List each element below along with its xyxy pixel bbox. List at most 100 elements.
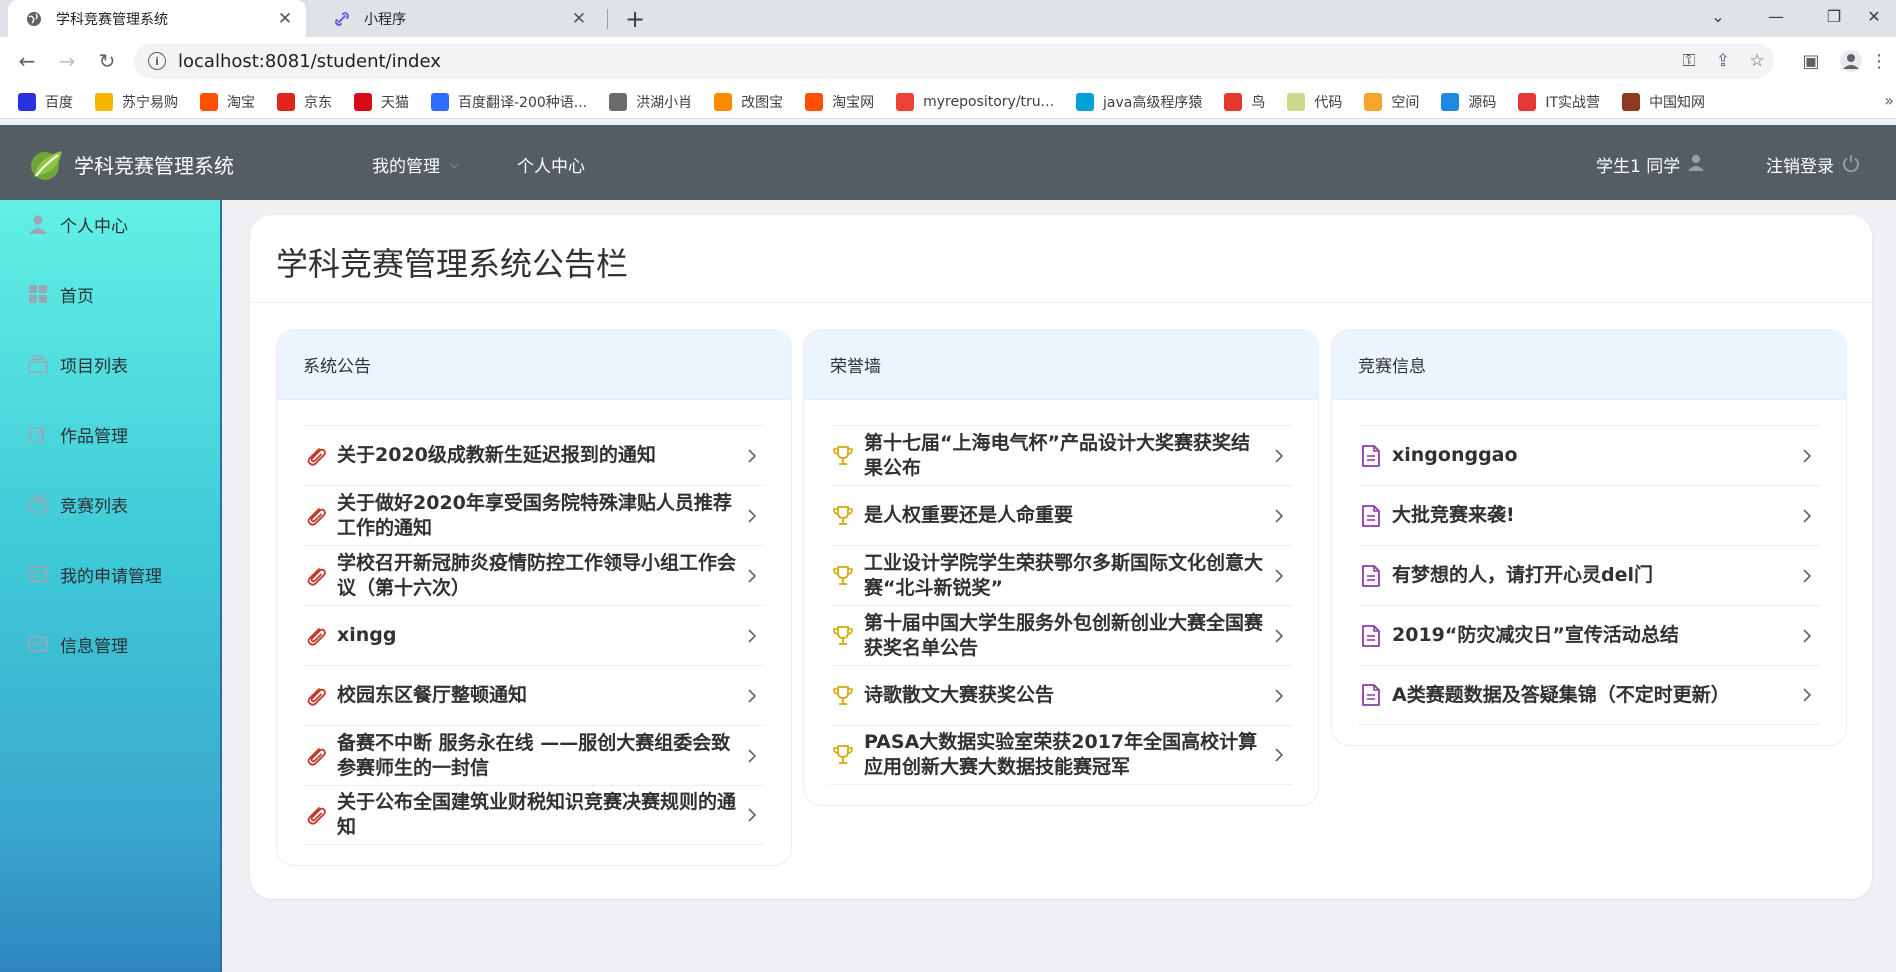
bookmark-item[interactable]: 鸟: [1224, 92, 1265, 112]
back-icon[interactable]: ←: [12, 46, 42, 76]
chevron-right-icon[interactable]: [739, 508, 765, 524]
chevron-right-icon[interactable]: [739, 628, 765, 644]
current-user[interactable]: 学生1 同学: [1596, 152, 1705, 177]
bookmark-item[interactable]: java高级程序猿: [1076, 92, 1202, 112]
chevron-right-icon[interactable]: [1266, 628, 1292, 644]
info-icon[interactable]: i: [148, 52, 166, 70]
forward-icon[interactable]: →: [52, 46, 82, 76]
chevron-right-icon[interactable]: [739, 688, 765, 704]
list-item[interactable]: 诗歌散文大赛获奖公告: [830, 665, 1292, 725]
chevron-right-icon[interactable]: [1794, 628, 1820, 644]
list-item[interactable]: 第十七届“上海电气杯”产品设计大奖赛获奖结果公布: [830, 425, 1292, 485]
chevron-right-icon[interactable]: [739, 807, 765, 823]
bookmark-item[interactable]: 洪湖小肖: [609, 92, 692, 112]
chevron-right-icon[interactable]: [739, 568, 765, 584]
share-icon[interactable]: ⇪: [1706, 46, 1740, 76]
bookmark-item[interactable]: 代码: [1287, 92, 1342, 112]
list-item-title[interactable]: 备赛不中断 服务永在线 ——服创大赛组委会致参赛师生的一封信: [337, 731, 739, 781]
list-item-title[interactable]: 学校召开新冠肺炎疫情防控工作领导小组工作会议（第十六次）: [337, 551, 739, 601]
list-item[interactable]: 关于2020级成教新生延迟报到的通知: [303, 425, 765, 485]
list-item-title[interactable]: 是人权重要还是人命重要: [864, 503, 1266, 528]
list-item-title[interactable]: 校园东区餐厅整顿通知: [337, 683, 739, 708]
profile-icon[interactable]: [1834, 46, 1868, 76]
list-item-title[interactable]: 有梦想的人，请打开心灵del门: [1392, 563, 1794, 588]
list-item[interactable]: xingonggao: [1358, 425, 1820, 485]
bookmark-item[interactable]: 源码: [1441, 92, 1496, 112]
bookmark-item[interactable]: 淘宝网: [805, 92, 874, 112]
bookmark-item[interactable]: 天猫: [354, 92, 409, 112]
tab-competition-system[interactable]: 学科竞赛管理系统 ✕: [8, 0, 306, 37]
list-item[interactable]: 第十届中国大学生服务外包创新创业大赛全国赛获奖名单公告: [830, 605, 1292, 665]
chevron-right-icon[interactable]: [739, 748, 765, 764]
sidebar-item[interactable]: 竞赛列表: [0, 479, 220, 529]
minimize-icon[interactable]: —: [1748, 0, 1804, 32]
close-tab-icon[interactable]: ✕: [566, 6, 592, 32]
list-item-title[interactable]: 大批竞赛来袭!: [1392, 503, 1794, 528]
close-tab-icon[interactable]: ✕: [272, 6, 298, 32]
chevron-right-icon[interactable]: [1266, 568, 1292, 584]
list-item[interactable]: 备赛不中断 服务永在线 ——服创大赛组委会致参赛师生的一封信: [303, 725, 765, 785]
list-item[interactable]: PASA大数据实验室荣获2017年全国高校计算应用创新大赛大数据技能赛冠军: [830, 725, 1292, 785]
list-item-title[interactable]: 2019“防灾减灾日”宣传活动总结: [1392, 623, 1794, 648]
bookmark-item[interactable]: 京东: [277, 92, 332, 112]
bookmark-item[interactable]: 改图宝: [714, 92, 783, 112]
list-item-title[interactable]: 第十七届“上海电气杯”产品设计大奖赛获奖结果公布: [864, 431, 1266, 481]
bookmark-item[interactable]: 淘宝: [200, 92, 255, 112]
list-item-title[interactable]: 第十届中国大学生服务外包创新创业大赛全国赛获奖名单公告: [864, 611, 1266, 661]
list-item[interactable]: 关于公布全国建筑业财税知识竞赛决赛规则的通知: [303, 785, 765, 845]
list-item[interactable]: 有梦想的人，请打开心灵del门: [1358, 545, 1820, 605]
list-item-title[interactable]: 关于做好2020年享受国务院特殊津贴人员推荐工作的通知: [337, 491, 739, 541]
sidebar-item[interactable]: 首页: [0, 269, 220, 319]
chevron-right-icon[interactable]: [739, 448, 765, 464]
list-item[interactable]: 校园东区餐厅整顿通知: [303, 665, 765, 725]
list-item-title[interactable]: xingonggao: [1392, 443, 1794, 468]
bookmark-item[interactable]: IT实战营: [1518, 92, 1600, 112]
chevron-right-icon[interactable]: [1266, 508, 1292, 524]
close-window-icon[interactable]: ✕: [1852, 0, 1896, 32]
app-logo[interactable]: 学科竞赛管理系统: [28, 145, 234, 183]
list-item-title[interactable]: 工业设计学院学生荣获鄂尔多斯国际文化创意大赛“北斗新锐奖”: [864, 551, 1266, 601]
list-item-title[interactable]: 关于2020级成教新生延迟报到的通知: [337, 443, 739, 468]
chevron-right-icon[interactable]: [1794, 448, 1820, 464]
list-item[interactable]: 学校召开新冠肺炎疫情防控工作领导小组工作会议（第十六次）: [303, 545, 765, 605]
more-bookmarks-icon[interactable]: »: [1884, 91, 1894, 110]
chevron-right-icon[interactable]: [1266, 747, 1292, 763]
chevron-right-icon[interactable]: [1266, 448, 1292, 464]
tab-search-icon[interactable]: ⌄: [1690, 0, 1746, 32]
list-item[interactable]: 是人权重要还是人命重要: [830, 485, 1292, 545]
list-item-title[interactable]: 关于公布全国建筑业财税知识竞赛决赛规则的通知: [337, 790, 739, 840]
logout-button[interactable]: 注销登录: [1766, 152, 1860, 177]
url-text[interactable]: localhost:8081/student/index: [178, 51, 1672, 72]
menu-icon[interactable]: ⋮: [1866, 46, 1892, 76]
sidebar-item[interactable]: 个人中心: [0, 199, 220, 249]
list-item-title[interactable]: PASA大数据实验室荣获2017年全国高校计算应用创新大赛大数据技能赛冠军: [864, 730, 1266, 780]
sidebar-item[interactable]: 作品管理: [0, 409, 220, 459]
list-item[interactable]: 工业设计学院学生荣获鄂尔多斯国际文化创意大赛“北斗新锐奖”: [830, 545, 1292, 605]
sidebar-item[interactable]: 信息管理: [0, 619, 220, 669]
chevron-right-icon[interactable]: [1794, 508, 1820, 524]
reload-icon[interactable]: ↻: [92, 46, 122, 76]
bookmark-item[interactable]: 苏宁易购: [95, 92, 178, 112]
list-item[interactable]: 关于做好2020年享受国务院特殊津贴人员推荐工作的通知: [303, 485, 765, 545]
sidebar-item[interactable]: 我的申请管理: [0, 549, 220, 599]
new-tab-icon[interactable]: +: [620, 5, 650, 33]
side-panel-icon[interactable]: ▣: [1794, 46, 1828, 76]
tab-mini-program[interactable]: 小程序 ✕: [316, 0, 600, 37]
address-bar[interactable]: i localhost:8081/student/index ⚿ ⇪ ☆: [134, 43, 1774, 79]
bookmark-item[interactable]: 百度: [18, 92, 73, 112]
bookmark-item[interactable]: 中国知网: [1622, 92, 1705, 112]
list-item-title[interactable]: 诗歌散文大赛获奖公告: [864, 683, 1266, 708]
list-item-title[interactable]: xingg: [337, 623, 739, 648]
list-item[interactable]: A类赛题数据及答疑集锦（不定时更新）: [1358, 665, 1820, 725]
list-item-title[interactable]: A类赛题数据及答疑集锦（不定时更新）: [1392, 683, 1794, 708]
bookmark-item[interactable]: myrepository/tru...: [896, 92, 1054, 111]
chevron-right-icon[interactable]: [1794, 568, 1820, 584]
bookmark-item[interactable]: 空间: [1364, 92, 1419, 112]
chevron-right-icon[interactable]: [1266, 688, 1292, 704]
nav-personal-center[interactable]: 个人中心: [517, 152, 585, 177]
list-item[interactable]: 2019“防灾减灾日”宣传活动总结: [1358, 605, 1820, 665]
key-icon[interactable]: ⚿: [1672, 46, 1706, 76]
list-item[interactable]: 大批竞赛来袭!: [1358, 485, 1820, 545]
list-item[interactable]: xingg: [303, 605, 765, 665]
chevron-right-icon[interactable]: [1794, 687, 1820, 703]
